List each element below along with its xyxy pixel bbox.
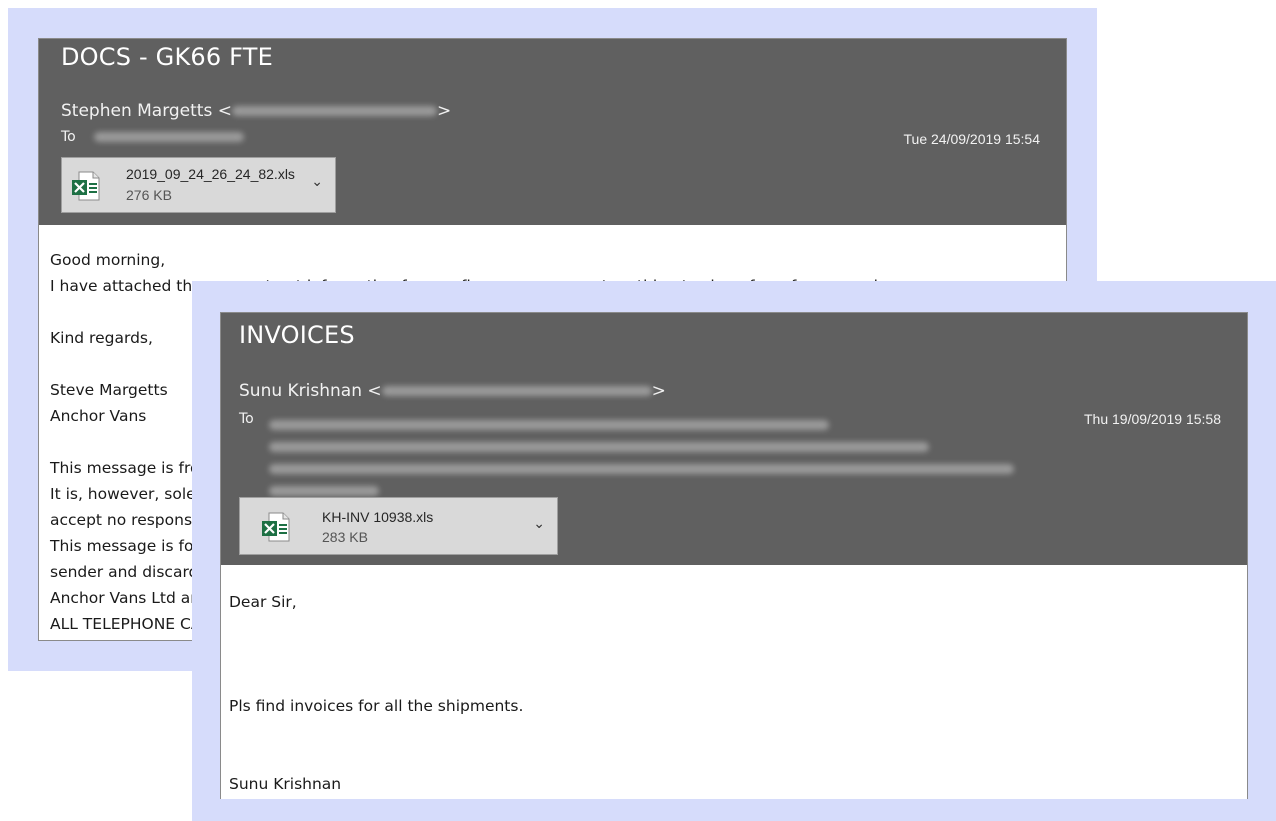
disclaimer-line: Anchor Vans Ltd are: [50, 589, 206, 607]
redacted-email: [231, 106, 437, 116]
email-header: INVOICES Sunu Krishnan < > To Thu 19/09/2…: [221, 313, 1247, 565]
body-line: Pls find invoices for all the shipments.: [229, 697, 524, 715]
attachment-card[interactable]: KH-INV 10938.xls 283 KB ⌄: [239, 497, 558, 555]
chevron-down-icon[interactable]: ⌄: [311, 174, 323, 190]
signature-company: Anchor Vans: [50, 407, 147, 425]
email-window-invoices: INVOICES Sunu Krishnan < > To Thu 19/09/2…: [220, 312, 1248, 799]
redacted-recipients: [269, 458, 1014, 477]
body-closing: Kind regards,: [50, 329, 153, 347]
redacted-recipient: [94, 132, 245, 142]
redacted-email: [381, 386, 652, 396]
sender-name: Sunu Krishnan <: [239, 381, 382, 401]
sender[interactable]: Stephen Margetts < >: [61, 101, 451, 121]
disclaimer-line: This message is from: [50, 459, 215, 477]
to-label: To: [61, 129, 76, 145]
disclaimer-line: It is, however, solely: [50, 485, 210, 503]
sender-name: Stephen Margetts <: [61, 101, 232, 121]
redacted-recipients: [269, 414, 829, 433]
to-recipients[interactable]: To: [61, 129, 245, 145]
sender-bracket: >: [436, 101, 452, 121]
attachment-name: KH-INV 10938.xls: [322, 509, 434, 525]
email-subject: DOCS - GK66 FTE: [61, 43, 273, 71]
disclaimer-line: accept no responsibi: [50, 511, 211, 529]
attachment-name: 2019_09_24_26_24_82.xls: [126, 166, 295, 182]
redacted-recipients: [269, 436, 929, 455]
sender-bracket: >: [651, 381, 666, 401]
to-label: To: [239, 411, 254, 427]
body-greeting: Good morning,: [50, 251, 166, 269]
email-header: DOCS - GK66 FTE Stephen Margetts < > To T…: [39, 39, 1066, 225]
to-recipients[interactable]: To: [239, 411, 254, 427]
attachment-size: 283 KB: [322, 529, 368, 545]
email-subject: INVOICES: [239, 321, 355, 349]
sent-date: Thu 19/09/2019 15:58: [1083, 411, 1221, 427]
signature-name: Steve Margetts: [50, 381, 168, 399]
chevron-down-icon[interactable]: ⌄: [533, 516, 545, 532]
signature-name: Sunu Krishnan: [229, 775, 342, 793]
excel-icon: [262, 512, 290, 542]
body-greeting: Dear Sir,: [229, 593, 297, 611]
sent-date: Tue 24/09/2019 15:54: [903, 131, 1041, 147]
attachment-card[interactable]: 2019_09_24_26_24_82.xls 276 KB ⌄: [61, 157, 336, 213]
attachment-size: 276 KB: [126, 187, 172, 203]
sender[interactable]: Sunu Krishnan < >: [239, 381, 666, 401]
excel-icon: [72, 171, 100, 201]
